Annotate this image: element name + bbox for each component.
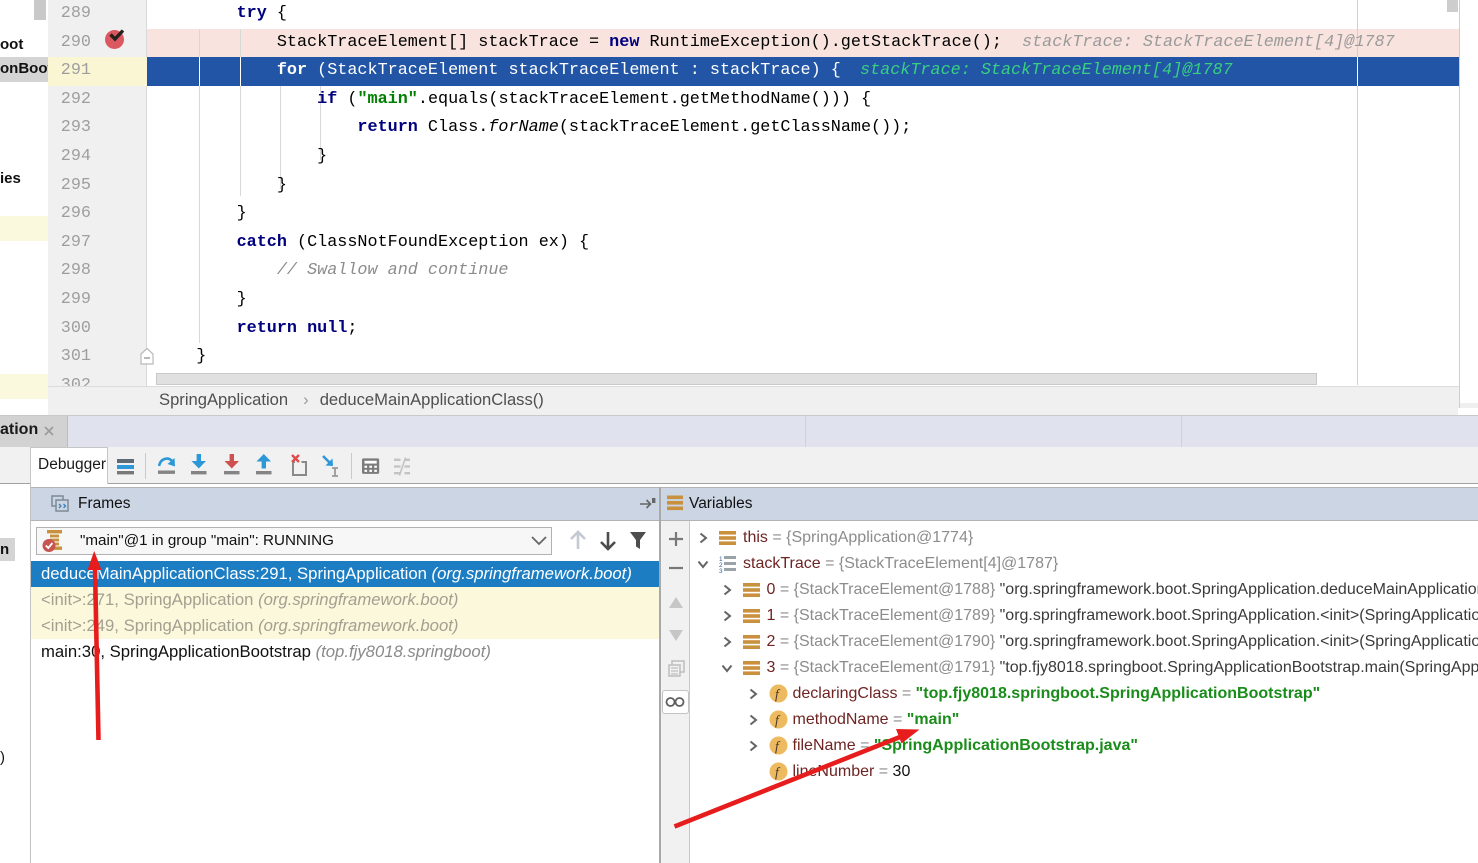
svg-text:3: 3	[719, 568, 723, 573]
